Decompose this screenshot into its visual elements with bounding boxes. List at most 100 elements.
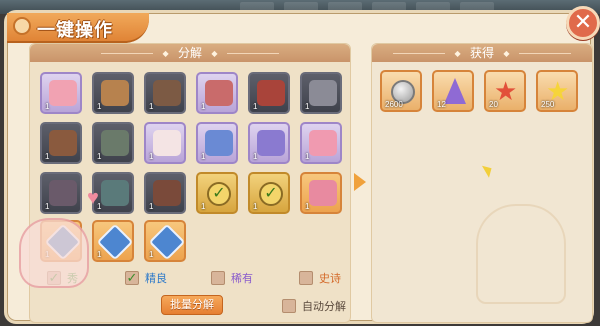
checkbox[interactable] [211, 271, 225, 285]
pistol-icon [309, 80, 337, 106]
header-line-left [393, 53, 446, 54]
white-skirt-icon [153, 130, 181, 156]
decompose-panel-header: ◆ 分解 ◆ [30, 44, 350, 62]
pink-boots-icon [49, 80, 77, 106]
item-qty: 1 [149, 152, 154, 161]
dark-helmet-item[interactable]: 1 [40, 172, 82, 214]
dark-armor-icon [153, 80, 181, 106]
bow-item[interactable]: 1 [248, 122, 290, 164]
check-icon: ✓ [207, 182, 231, 206]
red-pants-icon [205, 80, 233, 106]
header-line-right [518, 53, 571, 54]
reward-qty: 2600 [385, 100, 403, 109]
filter-epic[interactable]: 史诗 [299, 270, 341, 286]
bronze-chain-icon [101, 80, 129, 106]
brown-cloak-icon [49, 130, 77, 156]
green-chest-icon [101, 180, 129, 206]
obtain-panel: ◆ 获得 ◆ 2600 12 ★ 20 ★ 250 [371, 43, 593, 323]
one-click-dialog: 一键操作 ◆ 分解 ◆ 111111111111111✓1✓11111 ◆ 获得… [4, 10, 594, 324]
reward-gold-star[interactable]: ★ 250 [536, 70, 578, 112]
item-qty: 1 [97, 152, 102, 161]
item-qty: 1 [97, 102, 102, 111]
background-doodle [476, 204, 566, 304]
blue-gem-icon [96, 223, 134, 261]
filter-label: 史诗 [319, 273, 341, 285]
gold-check-item[interactable]: ✓ 1 [196, 172, 238, 214]
item-qty: 1 [45, 202, 50, 211]
auto-decompose-label: 自动分解 [302, 301, 346, 313]
item-qty: 1 [201, 202, 206, 211]
pink-frame-item[interactable]: 1 [300, 172, 342, 214]
pink-frame-icon [309, 180, 337, 206]
filter-label: 精良 [145, 273, 167, 285]
item-qty: 1 [149, 202, 154, 211]
spear-item[interactable]: 1 [144, 172, 186, 214]
item-qty: 1 [201, 152, 206, 161]
reward-red-star[interactable]: ★ 20 [484, 70, 526, 112]
item-qty: 1 [149, 102, 154, 111]
diamond-icon: ◆ [454, 49, 461, 58]
red-staff-icon [257, 80, 285, 106]
bronze-chain-item[interactable]: 1 [92, 72, 134, 114]
checkbox[interactable]: ✓ [125, 271, 139, 285]
header-line-left [101, 53, 154, 54]
item-qty: 1 [149, 250, 154, 259]
item-qty: 1 [305, 202, 310, 211]
dialog-title: 一键操作 [37, 20, 113, 40]
item-qty: 1 [201, 102, 206, 111]
title-tab: 一键操作 [7, 13, 149, 43]
blue-boots-item[interactable]: 1 [196, 122, 238, 164]
reward-crystal[interactable]: 12 [432, 70, 474, 112]
crystal-icon [444, 78, 466, 104]
item-qty: 1 [45, 102, 50, 111]
red-staff-item[interactable]: 1 [248, 72, 290, 114]
item-qty: 1 [253, 102, 258, 111]
blue-gem-item-3[interactable]: 1 [144, 220, 186, 262]
blue-boots-icon [205, 130, 233, 156]
item-qty: 1 [253, 202, 258, 211]
red-pants-item[interactable]: 1 [196, 72, 238, 114]
filter-rare[interactable]: 稀有 [211, 270, 253, 286]
dark-helmet-icon [49, 180, 77, 206]
gold-check-item-2[interactable]: ✓ 1 [248, 172, 290, 214]
hand-overlay-icon [19, 218, 89, 288]
item-qty: 1 [45, 152, 50, 161]
spear-icon [153, 180, 181, 206]
diamond-icon: ◆ [211, 49, 218, 58]
auto-decompose-option[interactable]: 自动分解 [282, 298, 346, 314]
pink-gun-icon [309, 130, 337, 156]
pink-boots-item[interactable]: 1 [40, 72, 82, 114]
filter-fine[interactable]: ✓ 精良 [125, 270, 167, 286]
checkbox[interactable] [299, 271, 313, 285]
close-button[interactable]: ✕ [566, 6, 600, 40]
heart-icon: ♥ [87, 187, 99, 209]
item-qty: 1 [97, 250, 102, 259]
reward-qty: 12 [437, 100, 446, 109]
filter-label: 稀有 [231, 273, 253, 285]
check-icon: ✓ [259, 182, 283, 206]
arrow-right-icon [354, 173, 366, 191]
decompose-panel-title: 分解 [177, 46, 202, 60]
checkbox[interactable] [282, 299, 296, 313]
item-qty: 1 [305, 102, 310, 111]
reward-qty: 250 [541, 100, 555, 109]
brown-cloak-item[interactable]: 1 [40, 122, 82, 164]
header-line-right [226, 53, 279, 54]
obtain-panel-title: 获得 [469, 46, 494, 60]
white-skirt-item[interactable]: 1 [144, 122, 186, 164]
bow-icon [257, 130, 285, 156]
obtain-panel-header: ◆ 获得 ◆ [372, 44, 592, 62]
mech-armor-item[interactable]: 1 [92, 122, 134, 164]
blue-gem-item-2[interactable]: 1 [92, 220, 134, 262]
pink-gun-item[interactable]: 1 [300, 122, 342, 164]
diamond-icon: ◆ [162, 49, 169, 58]
item-qty: 1 [253, 152, 258, 161]
dark-armor-item[interactable]: 1 [144, 72, 186, 114]
title-deco-icon [13, 17, 31, 35]
batch-decompose-button[interactable]: 批量分解 [161, 295, 223, 315]
reward-qty: 20 [489, 100, 498, 109]
mech-armor-icon [101, 130, 129, 156]
pistol-item[interactable]: 1 [300, 72, 342, 114]
reward-silver-coin[interactable]: 2600 [380, 70, 422, 112]
diamond-icon: ◆ [503, 49, 510, 58]
